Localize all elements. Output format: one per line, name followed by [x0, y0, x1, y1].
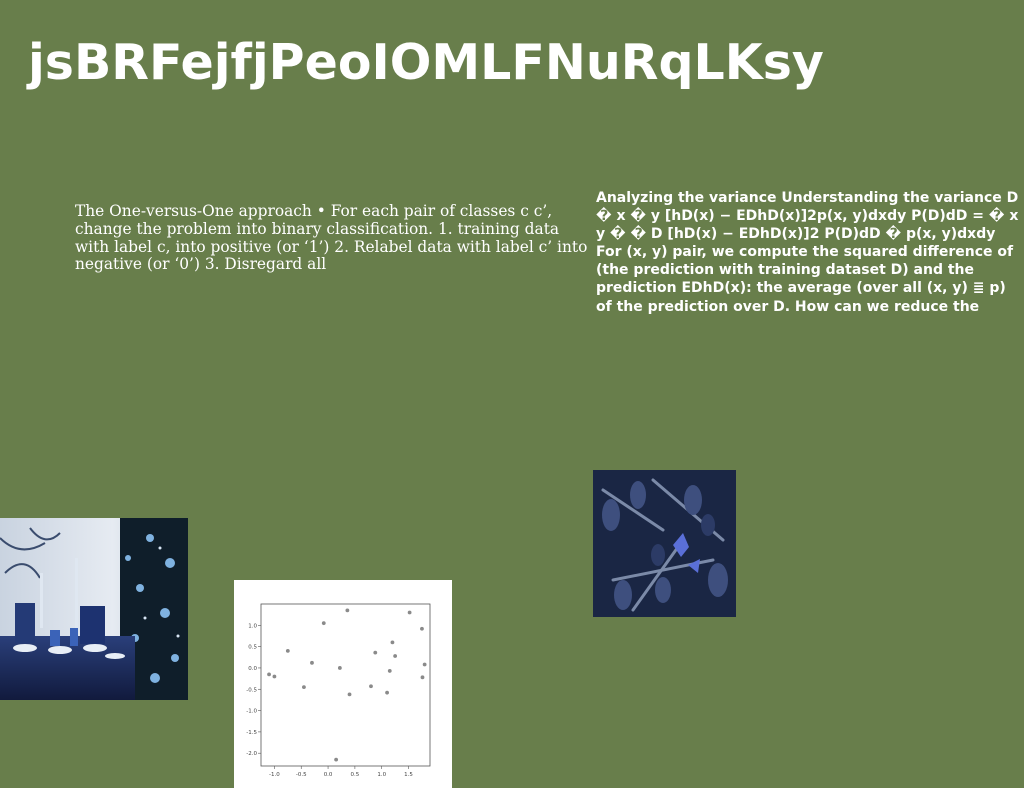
scatter-point — [285, 648, 290, 653]
plot-frame — [260, 603, 431, 767]
text-block-one-vs-one: The One-versus-One approach • For each p… — [75, 202, 588, 274]
scatter-point — [420, 626, 424, 631]
x-tick-label: -1.0 — [269, 772, 280, 778]
scatter-point — [373, 650, 378, 655]
scatter-point — [272, 674, 277, 679]
page-title: jsBRFejfjPeoIOMLFNuRqLKsy — [28, 34, 824, 91]
scatter-point — [393, 654, 398, 658]
y-tick-label: -1.0 — [246, 709, 257, 715]
scatter-point — [369, 684, 373, 689]
scatter-point — [337, 666, 342, 670]
scatter-point — [302, 685, 306, 690]
photo-pine-cones — [593, 470, 736, 617]
scatter-plot: -1.0 -0.5 0.0 0.5 1.0 1.5 1.0 0.5 0.0 -0.5 -1.0 -1.… — [246, 603, 431, 778]
x-tick-label: 1.0 — [377, 772, 386, 778]
scatter-point — [385, 690, 389, 695]
photo-christmas-table — [0, 518, 188, 700]
scatter-point — [347, 692, 352, 697]
scatter-point — [267, 672, 271, 677]
scatter-point — [390, 640, 395, 645]
scatter-point — [321, 621, 326, 626]
scatter-point — [334, 757, 339, 762]
scatter-point — [420, 675, 425, 680]
y-tick-label: 1.0 — [248, 623, 257, 629]
y-tick-label: 0.5 — [248, 645, 257, 651]
y-tick-label: -0.5 — [246, 687, 257, 693]
y-tick-label: 0.0 — [248, 666, 257, 672]
scatter-point — [407, 610, 412, 615]
y-tick-label: -2.0 — [246, 751, 257, 757]
text-block-variance: Analyzing the variance Understanding the… — [596, 190, 1019, 315]
scatter-point — [387, 669, 392, 673]
scatter-point — [310, 660, 314, 665]
y-tick-label: -1.5 — [246, 730, 257, 736]
x-tick-label: 0.5 — [351, 772, 360, 778]
x-tick-label: 0.0 — [324, 772, 333, 778]
x-tick-label: 1.5 — [404, 772, 413, 778]
scatter-point — [345, 608, 350, 613]
x-tick-label: -0.5 — [296, 772, 307, 778]
scatter-point — [422, 662, 427, 667]
scatter-plot-image: -1.0 -0.5 0.0 0.5 1.0 1.5 1.0 0.5 0.0 -0.5 -1.0 -1.… — [234, 580, 452, 788]
